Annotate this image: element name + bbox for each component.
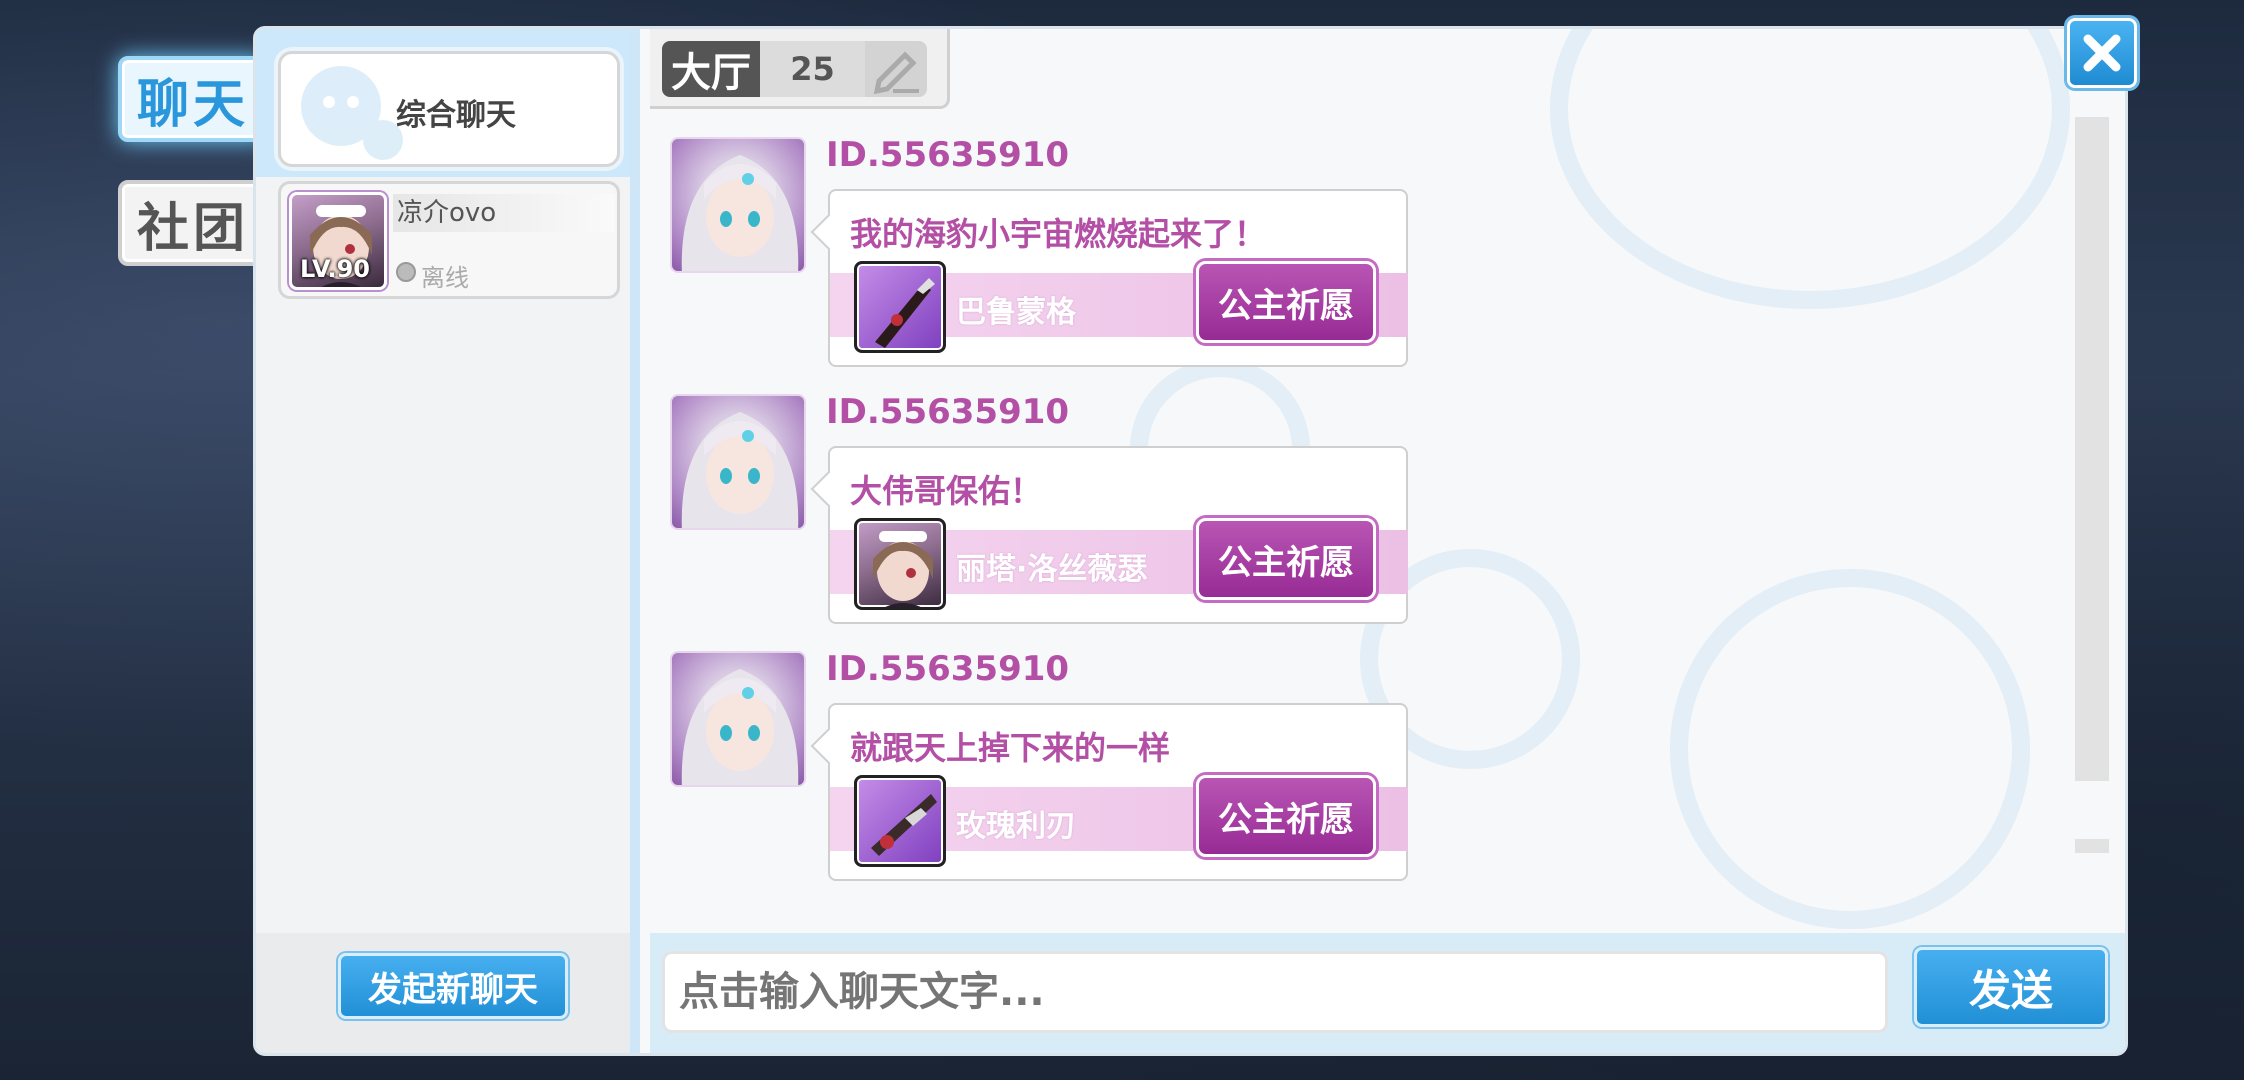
conversation-list: 综合聊天 LV.90 凉介ovo 离线 发起新聊天 [256, 29, 640, 1053]
new-chat-button[interactable]: 发起新聊天 [338, 953, 568, 1019]
tab-chat[interactable]: 聊天 [118, 56, 268, 142]
tab-club[interactable]: 社团 [118, 180, 268, 266]
white-hair-girl-portrait-icon [681, 155, 799, 271]
message-text: 就跟天上掉下来的一样 [850, 729, 1171, 767]
princess-wish-button[interactable]: 公主祈愿 [1196, 261, 1376, 343]
scrollbar[interactable] [2075, 117, 2109, 781]
item-name: 巴鲁蒙格 [956, 295, 1076, 330]
friend-item[interactable]: LV.90 凉介ovo 离线 [278, 181, 620, 299]
edit-room-button[interactable] [865, 41, 927, 97]
new-chat-footer: 发起新聊天 [256, 933, 630, 1053]
user-avatar[interactable] [670, 137, 806, 273]
friend-status: 离线 [421, 264, 469, 292]
purple-weapon-icon[interactable] [854, 775, 946, 867]
conversation-general-chat[interactable]: 综合聊天 [278, 51, 620, 167]
pencil-icon [873, 51, 919, 95]
decorative-circle [1670, 569, 2030, 929]
friend-avatar: LV.90 [289, 192, 387, 290]
input-bar: 发送 [650, 933, 2125, 1053]
room-count: 25 [760, 41, 865, 97]
user-id: ID.55635910 [826, 135, 1070, 175]
user-id: ID.55635910 [826, 649, 1070, 689]
room-selector[interactable]: 大厅 25 [650, 29, 950, 109]
chat-messages-area[interactable]: 大厅 25 ID.55635910 我的海豹小宇宙燃烧起来了！ 巴鲁蒙格 公主祈… [650, 29, 2125, 933]
friend-level: LV.90 [300, 255, 370, 283]
chat-message: ID.55635910 就跟天上掉下来的一样 玫瑰利刃 公主祈愿 [670, 649, 1470, 901]
white-hair-girl-portrait-icon [681, 412, 799, 528]
close-button[interactable] [2067, 18, 2137, 88]
character-portrait-icon[interactable] [854, 518, 946, 610]
room-label: 大厅 [662, 41, 760, 97]
princess-wish-button[interactable]: 公主祈愿 [1196, 518, 1376, 600]
chat-bubble-icon [301, 66, 403, 160]
close-icon [2083, 34, 2121, 72]
conversation-title: 综合聊天 [396, 98, 516, 133]
item-name: 丽塔·洛丝薇瑟 [956, 552, 1148, 587]
offline-status-icon [396, 262, 416, 282]
scrollbar-end [2075, 839, 2109, 853]
princess-wish-button[interactable]: 公主祈愿 [1196, 775, 1376, 857]
decorative-circle [1550, 29, 2070, 309]
user-avatar[interactable] [670, 651, 806, 787]
message-bubble: 就跟天上掉下来的一样 玫瑰利刃 公主祈愿 [828, 703, 1408, 881]
message-bubble: 我的海豹小宇宙燃烧起来了！ 巴鲁蒙格 公主祈愿 [828, 189, 1408, 367]
friend-name: 凉介ovo [393, 194, 615, 232]
chat-input[interactable] [662, 951, 1888, 1033]
user-avatar[interactable] [670, 394, 806, 530]
maid-portrait-icon [873, 531, 933, 607]
message-bubble: 大伟哥保佑！ 丽塔·洛丝薇瑟 公主祈愿 [828, 446, 1408, 624]
weapon-icon [871, 794, 937, 856]
chat-message: ID.55635910 大伟哥保佑！ 丽塔·洛丝薇瑟 公主祈愿 [670, 392, 1470, 644]
user-id: ID.55635910 [826, 392, 1070, 432]
send-button[interactable]: 发送 [1914, 947, 2108, 1027]
chat-message: ID.55635910 我的海豹小宇宙燃烧起来了！ 巴鲁蒙格 公主祈愿 [670, 135, 1470, 387]
message-text: 大伟哥保佑！ [850, 472, 1043, 510]
item-name: 玫瑰利刃 [956, 809, 1076, 844]
message-text: 我的海豹小宇宙燃烧起来了！ [850, 215, 1267, 253]
chat-window: 综合聊天 LV.90 凉介ovo 离线 发起新聊天 大厅 25 ID.55635… [253, 26, 2128, 1056]
weapon-icon [875, 278, 935, 348]
purple-weapon-icon[interactable] [854, 261, 946, 353]
white-hair-girl-portrait-icon [681, 669, 799, 785]
